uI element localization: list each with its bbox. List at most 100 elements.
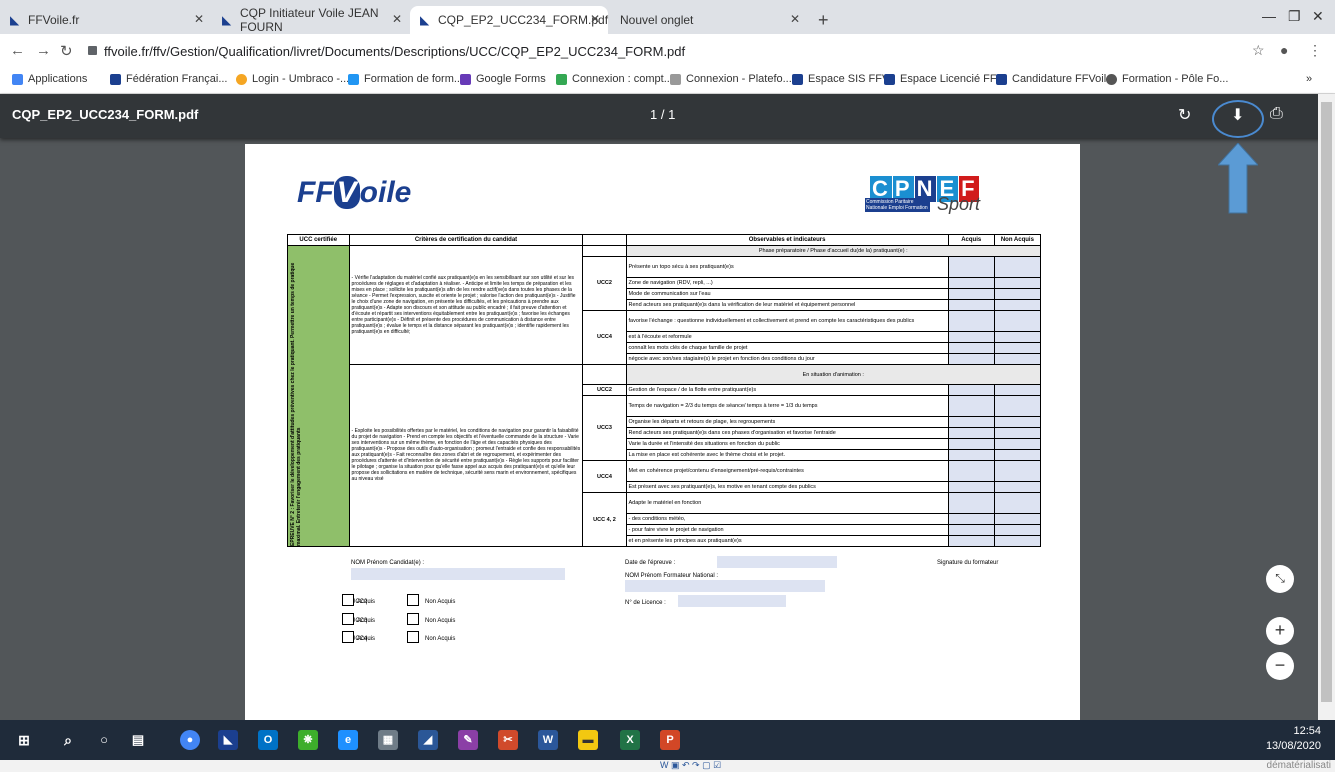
close-window-button[interactable]: ✕ (1312, 8, 1324, 25)
non-acquis-field[interactable] (993, 287, 1042, 300)
back-button[interactable]: ← (10, 42, 25, 59)
reload-button[interactable]: ↻ (60, 42, 73, 60)
ucc2-non-acquis-checkbox[interactable] (407, 594, 419, 606)
acquis-field[interactable] (947, 460, 995, 483)
close-icon[interactable]: ✕ (590, 12, 600, 26)
non-acquis-field[interactable] (993, 449, 1042, 462)
minimize-button[interactable]: — (1262, 8, 1276, 24)
non-acquis-field[interactable] (993, 309, 1042, 332)
licence-field[interactable] (678, 595, 786, 607)
close-icon[interactable]: ✕ (392, 12, 402, 26)
outlook-icon[interactable]: O (258, 730, 278, 750)
file-explorer-icon[interactable]: ▬ (578, 730, 598, 750)
non-acquis-field[interactable] (993, 492, 1042, 514)
acquis-field[interactable] (947, 513, 995, 525)
acquis-field[interactable] (947, 276, 995, 289)
calculator-icon[interactable]: ▦ (378, 730, 398, 750)
non-acquis-field[interactable] (993, 276, 1042, 289)
scrollbar-thumb[interactable] (1321, 102, 1332, 702)
zoom-out-button[interactable]: − (1266, 652, 1294, 680)
snipping-icon[interactable]: ✂ (498, 730, 518, 750)
tab-cqp[interactable]: ◣ CQP Initiateur Voile JEAN FOURN ✕ (212, 6, 410, 34)
word-quick-icons[interactable]: W ▣ ↶ ↷ ▢ ☑ (660, 760, 721, 771)
non-acquis-field[interactable] (993, 535, 1042, 547)
non-acquis-field[interactable] (993, 256, 1042, 278)
bookmark-espace-sis[interactable]: Espace SIS FFV (792, 73, 889, 85)
menu-icon[interactable]: ⋮ (1308, 42, 1322, 59)
bookmark-connexion-compte[interactable]: Connexion : compt... (556, 73, 673, 85)
rotate-icon[interactable]: ↻ (1178, 105, 1191, 125)
ucc3-acquis-checkbox[interactable] (342, 613, 354, 625)
print-icon[interactable]: ⎙ (1270, 105, 1283, 123)
acquis-field[interactable] (947, 535, 995, 547)
acquis-field[interactable] (947, 287, 995, 300)
non-acquis-field[interactable] (993, 513, 1042, 525)
acquis-field[interactable] (947, 330, 995, 343)
nom-field[interactable] (351, 568, 565, 580)
bookmark-federation[interactable]: Fédération Françai... (110, 73, 228, 85)
excel-icon[interactable]: X (620, 730, 640, 750)
acquis-field[interactable] (947, 416, 995, 429)
acquis-field[interactable] (947, 438, 995, 451)
forward-button[interactable]: → (36, 42, 51, 59)
non-acquis-field[interactable] (993, 524, 1042, 536)
bookmark-candidature[interactable]: Candidature FFVoile (996, 73, 1112, 85)
profile-icon[interactable]: ● (1280, 42, 1288, 58)
ucc4-acquis-checkbox[interactable] (342, 631, 354, 643)
app-green-icon[interactable]: ❋ (298, 730, 318, 750)
acquis-field[interactable] (947, 481, 995, 494)
bookmark-formation[interactable]: Formation de form... (348, 73, 463, 85)
acquis-field[interactable] (947, 384, 995, 397)
tab-new[interactable]: Nouvel onglet ✕ (608, 6, 808, 34)
zoom-in-button[interactable]: + (1266, 617, 1294, 645)
app-blue-icon[interactable]: ◢ (418, 730, 438, 750)
date-field[interactable] (717, 556, 837, 568)
windows-start-icon[interactable]: ⊞ (14, 730, 34, 750)
non-acquis-field[interactable] (993, 481, 1042, 494)
bookmark-umbraco[interactable]: Login - Umbraco -... (236, 73, 349, 85)
bookmark-connexion-plateforme[interactable]: Connexion - Platefo... (670, 73, 792, 85)
powerpoint-icon[interactable]: P (660, 730, 680, 750)
acquis-field[interactable] (947, 524, 995, 536)
acquis-field[interactable] (947, 449, 995, 462)
non-acquis-field[interactable] (993, 384, 1042, 397)
non-acquis-field[interactable] (993, 416, 1042, 429)
ucc3-non-acquis-checkbox[interactable] (407, 613, 419, 625)
search-icon[interactable]: ⌕ (58, 730, 78, 750)
non-acquis-field[interactable] (993, 352, 1042, 365)
tab-ffvoile[interactable]: ◣ FFVoile.fr ✕ (0, 6, 212, 34)
task-view-icon[interactable]: ▤ (128, 730, 148, 750)
tab-pdf[interactable]: ◣ CQP_EP2_UCC234_FORM.pdf ✕ (410, 6, 608, 34)
edge-icon[interactable]: e (338, 730, 358, 750)
url-field[interactable]: ffvoile.fr/ffv/Gestion/Qualification/liv… (104, 44, 685, 59)
acquis-field[interactable] (947, 395, 995, 418)
non-acquis-field[interactable] (993, 438, 1042, 451)
bookmark-formation-pole[interactable]: Formation - Pôle Fo... (1106, 73, 1228, 85)
acquis-field[interactable] (947, 341, 995, 354)
non-acquis-field[interactable] (993, 298, 1042, 311)
bookmarks-overflow-icon[interactable]: » (1306, 73, 1312, 85)
non-acquis-field[interactable] (993, 395, 1042, 418)
fit-page-icon[interactable]: ⤡ (1266, 565, 1294, 593)
ucc2-acquis-checkbox[interactable] (342, 594, 354, 606)
acquis-field[interactable] (947, 256, 995, 278)
ucc4-non-acquis-checkbox[interactable] (407, 631, 419, 643)
acquis-field[interactable] (947, 427, 995, 440)
close-icon[interactable]: ✕ (790, 12, 800, 26)
scrollbar[interactable] (1318, 94, 1335, 720)
non-acquis-field[interactable] (993, 330, 1042, 343)
star-icon[interactable]: ☆ (1252, 42, 1265, 59)
acquis-field[interactable] (947, 298, 995, 311)
chrome-icon[interactable]: ● (180, 730, 200, 750)
acquis-field[interactable] (947, 352, 995, 365)
close-icon[interactable]: ✕ (194, 12, 204, 26)
bookmark-applications[interactable]: Applications (12, 73, 87, 85)
restore-button[interactable]: ❐ (1288, 8, 1301, 25)
word-icon[interactable]: W (538, 730, 558, 750)
formateur-field[interactable] (625, 580, 825, 592)
acquis-field[interactable] (947, 492, 995, 514)
ffvoile-app-icon[interactable]: ◣ (218, 730, 238, 750)
paint-icon[interactable]: ✎ (458, 730, 478, 750)
bookmark-google-forms[interactable]: Google Forms (460, 73, 546, 85)
cortana-icon[interactable]: ○ (94, 730, 114, 750)
